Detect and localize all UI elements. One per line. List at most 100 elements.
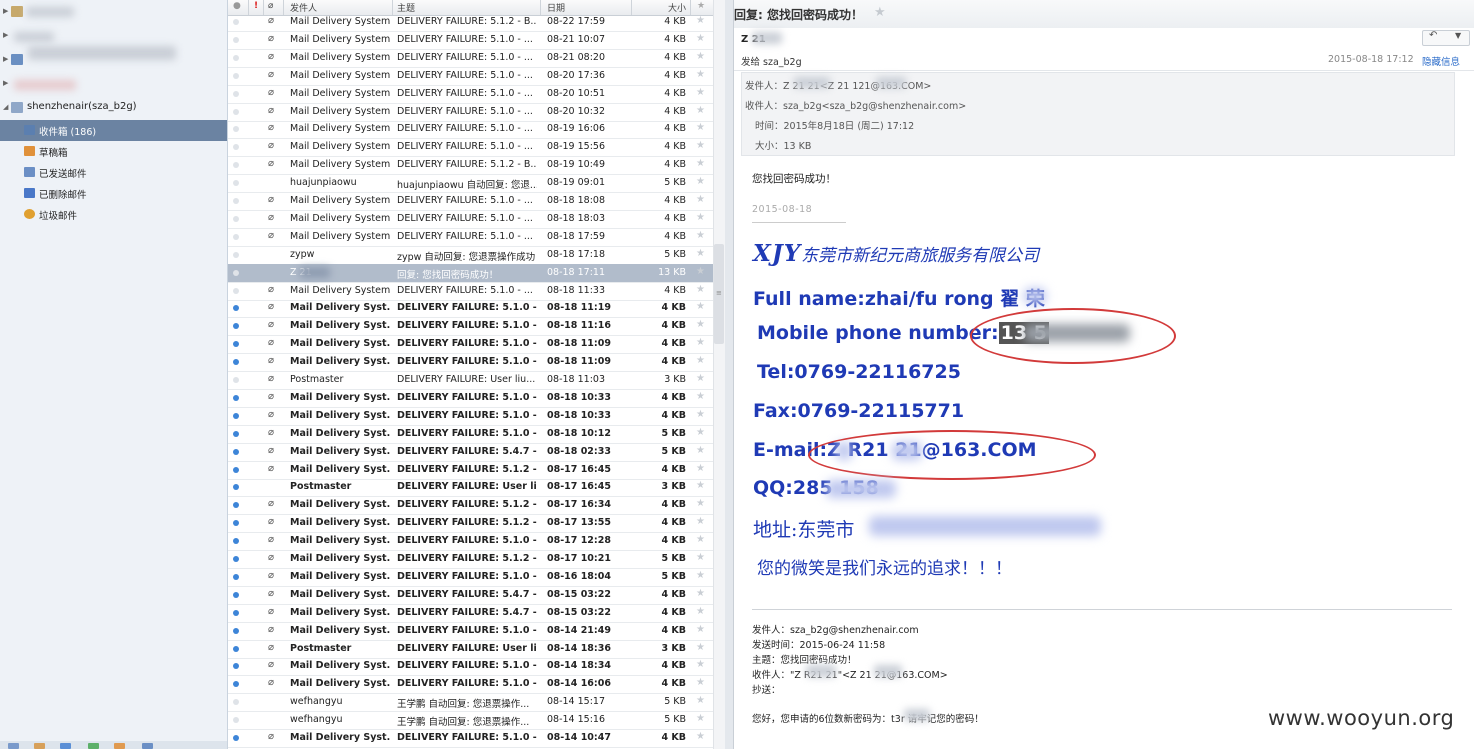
- read-status-icon[interactable]: [233, 215, 239, 222]
- star-icon[interactable]: ★: [696, 498, 705, 509]
- table-row[interactable]: ⌀ Mail Delivery Syst... DELIVERY FAILURE: …: [228, 425, 713, 444]
- read-status-icon[interactable]: [233, 341, 239, 348]
- read-status-icon[interactable]: [233, 287, 239, 294]
- dropdown-icon[interactable]: ▼: [1455, 31, 1461, 40]
- table-row[interactable]: ⌀ Mail Delivery Syst... DELIVERY FAILURE: …: [228, 657, 713, 677]
- star-icon[interactable]: ★: [696, 158, 705, 169]
- star-icon[interactable]: ★: [696, 51, 705, 62]
- contacts-icon[interactable]: [34, 743, 45, 749]
- star-icon[interactable]: ★: [696, 677, 705, 688]
- read-status-icon[interactable]: [233, 573, 239, 580]
- read-status-icon[interactable]: [233, 556, 239, 562]
- star-icon[interactable]: ★: [696, 355, 705, 366]
- star-icon[interactable]: ★: [696, 230, 705, 241]
- star-icon[interactable]: ★: [696, 659, 705, 670]
- table-row[interactable]: ⌀ Mail Delivery Syst... DELIVERY FAILURE: …: [228, 335, 713, 355]
- read-status-icon[interactable]: [233, 305, 239, 312]
- table-row[interactable]: Postmaster DELIVERY FAILURE: User li... 08…: [228, 478, 713, 498]
- table-row[interactable]: ⌀ Mail Delivery System DELIVERY FAILURE: 5…: [228, 228, 713, 247]
- read-status-icon[interactable]: [233, 90, 239, 97]
- read-status-icon[interactable]: [233, 448, 239, 455]
- table-row[interactable]: ⌀ Mail Delivery System DELIVERY FAILURE: 5…: [228, 156, 713, 176]
- star-icon[interactable]: ★: [696, 337, 705, 348]
- read-status-icon[interactable]: [233, 251, 239, 258]
- read-status-icon[interactable]: [233, 72, 239, 79]
- star-icon[interactable]: ★: [696, 516, 705, 527]
- table-row[interactable]: wefhangyu 王学鹏 自动回复: 您退票操作... 08-14 15:17 5 …: [228, 693, 713, 713]
- expand-icon[interactable]: ▶: [3, 79, 8, 87]
- read-status-icon[interactable]: [233, 681, 239, 688]
- reply-icon[interactable]: ↶: [1429, 30, 1437, 41]
- star-icon[interactable]: ★: [696, 140, 705, 151]
- read-status-icon[interactable]: [233, 36, 239, 43]
- table-row[interactable]: wefhangyu 王学鹏 自动回复: 您退票操作... 08-14 15:16 5 …: [228, 711, 713, 731]
- account-row[interactable]: ▶: [0, 74, 227, 94]
- star-icon[interactable]: ★: [696, 301, 705, 312]
- pane-divider[interactable]: [725, 0, 734, 749]
- star-icon[interactable]: ★: [696, 409, 705, 420]
- star-icon[interactable]: ★: [696, 212, 705, 223]
- read-status-icon[interactable]: [233, 323, 239, 330]
- star-icon[interactable]: ★: [696, 463, 705, 474]
- account-row[interactable]: ▶: [0, 2, 227, 22]
- expand-icon[interactable]: ▶: [3, 7, 8, 15]
- folder-drafts[interactable]: 草稿箱: [0, 141, 227, 162]
- table-row[interactable]: ⌀ Mail Delivery Syst... DELIVERY FAILURE: …: [228, 407, 713, 426]
- read-status-icon[interactable]: [233, 233, 239, 240]
- table-row[interactable]: ⌀ Mail Delivery System DELIVERY FAILURE: 5…: [228, 138, 713, 158]
- table-row[interactable]: ⌀ Postmaster DELIVERY FAILURE: User li... 0…: [228, 640, 713, 659]
- notes-icon[interactable]: [88, 743, 99, 749]
- table-row[interactable]: ⌀ Mail Delivery Syst... DELIVERY FAILURE: …: [228, 568, 713, 587]
- read-status-icon[interactable]: [233, 627, 239, 634]
- read-status-icon[interactable]: [233, 538, 239, 545]
- folder-inbox[interactable]: 收件箱 (186): [0, 120, 227, 141]
- star-icon[interactable]: ★: [696, 373, 705, 384]
- read-status-icon[interactable]: [233, 430, 239, 437]
- read-status-icon[interactable]: [233, 180, 239, 187]
- read-status-icon[interactable]: [233, 126, 239, 133]
- star-icon[interactable]: ★: [696, 122, 705, 133]
- account-row[interactable]: ▶: [0, 26, 227, 46]
- rss-icon[interactable]: [114, 743, 125, 749]
- table-row[interactable]: ⌀ Mail Delivery Syst... DELIVERY FAILURE: …: [228, 514, 713, 534]
- star-icon[interactable]: ★: [696, 391, 705, 402]
- star-icon[interactable]: ★: [696, 570, 705, 581]
- read-status-icon[interactable]: [233, 144, 239, 151]
- read-status-icon[interactable]: [233, 19, 239, 25]
- table-row[interactable]: ⌀ Mail Delivery Syst... DELIVERY FAILURE: …: [228, 317, 713, 337]
- table-row[interactable]: ⌀ Mail Delivery System DELIVERY FAILURE: 5…: [228, 282, 713, 301]
- star-icon[interactable]: ★: [696, 33, 705, 44]
- star-icon[interactable]: ★: [696, 248, 705, 259]
- star-icon[interactable]: ★: [696, 69, 705, 80]
- star-icon[interactable]: ★: [696, 606, 705, 617]
- read-status-icon[interactable]: [233, 269, 239, 276]
- star-icon[interactable]: ★: [696, 588, 705, 599]
- table-row[interactable]: ⌀ Mail Delivery Syst... DELIVERY FAILURE: …: [228, 550, 713, 569]
- read-status-icon[interactable]: [233, 591, 239, 598]
- table-row[interactable]: huajunpiaowu huajunpiaowu 自动回复: 您退... 08-1…: [228, 174, 713, 194]
- read-status-icon[interactable]: [233, 735, 239, 741]
- attachment-column-icon[interactable]: ⌀: [268, 1, 273, 11]
- star-icon[interactable]: ★: [696, 480, 705, 491]
- table-row[interactable]: ⌀ Mail Delivery Syst... DELIVERY FAILURE: …: [228, 299, 713, 319]
- table-row[interactable]: ⌀ Mail Delivery Syst... DELIVERY FAILURE: …: [228, 622, 713, 641]
- star-icon[interactable]: ★: [874, 5, 886, 20]
- star-icon[interactable]: ★: [696, 731, 705, 742]
- star-icon[interactable]: ★: [696, 642, 705, 653]
- table-row[interactable]: ⌀ Mail Delivery Syst... DELIVERY FAILURE: …: [228, 353, 713, 373]
- table-row-selected[interactable]: Z 21回复: 您找回密码成功！08-18 17:1113 KB★: [228, 263, 713, 283]
- read-status-icon[interactable]: [233, 198, 239, 204]
- read-status-icon[interactable]: [233, 663, 239, 670]
- read-status-icon[interactable]: [233, 394, 239, 401]
- table-row[interactable]: ⌀ Mail Delivery System DELIVERY FAILURE: 5…: [228, 120, 713, 140]
- account-row[interactable]: ▶: [0, 46, 227, 70]
- table-row[interactable]: ⌀ Mail Delivery System DELIVERY FAILURE: 5…: [228, 31, 713, 50]
- read-status-icon[interactable]: [233, 717, 239, 724]
- table-row[interactable]: ⌀ Mail Delivery System DELIVERY FAILURE: 5…: [228, 85, 713, 104]
- table-row[interactable]: ⌀ Mail Delivery Syst... DELIVERY FAILURE: …: [228, 675, 713, 695]
- read-status-icon[interactable]: [233, 359, 239, 366]
- table-row[interactable]: ⌀ Mail Delivery Syst... DELIVERY FAILURE: …: [228, 586, 713, 605]
- settings-icon[interactable]: [142, 743, 153, 749]
- star-icon[interactable]: ★: [696, 266, 705, 277]
- table-row[interactable]: ⌀ Mail Delivery Syst... DELIVERY FAILURE: …: [228, 389, 713, 408]
